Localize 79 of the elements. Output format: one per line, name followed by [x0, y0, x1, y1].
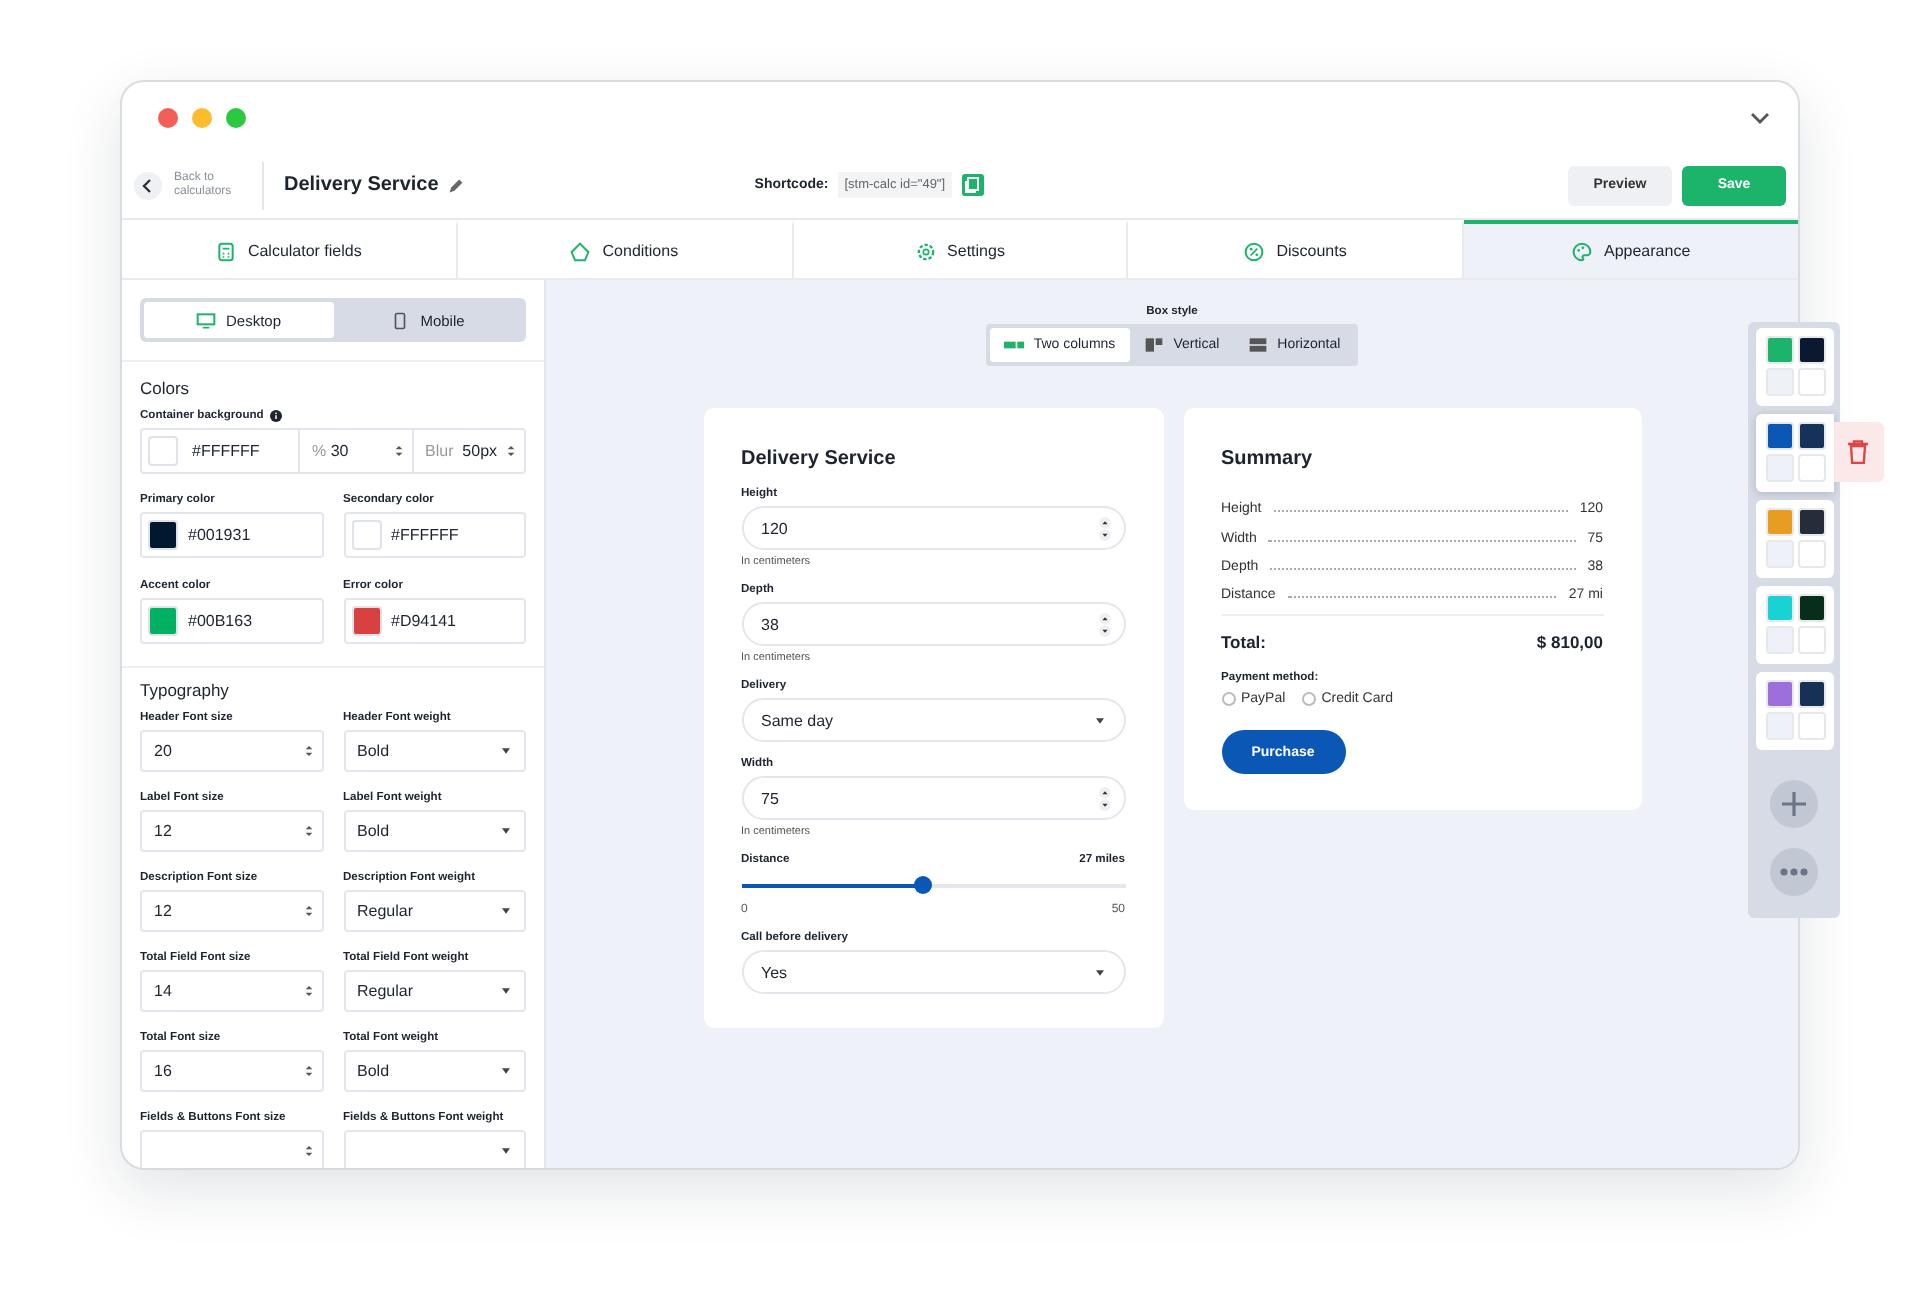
- color-swatch: [148, 436, 178, 466]
- horizontal-layout-icon: [1247, 338, 1268, 352]
- delete-button[interactable]: [1833, 422, 1883, 482]
- number-field[interactable]: 14: [140, 970, 323, 1012]
- palette-card[interactable]: [1755, 328, 1833, 406]
- copy-icon[interactable]: [961, 174, 984, 196]
- section-heading: Typography: [140, 680, 231, 700]
- total-label: Total:: [1221, 632, 1267, 653]
- tab[interactable]: Appearance: [1464, 220, 1798, 278]
- number-field[interactable]: 75: [741, 776, 1125, 820]
- settings-icon: [915, 241, 936, 261]
- slider-thumb[interactable]: [913, 876, 932, 894]
- select-field[interactable]: Same day: [741, 698, 1125, 742]
- caret-icon: [502, 1068, 510, 1074]
- caret-icon: [502, 828, 510, 834]
- palette-card[interactable]: [1755, 586, 1833, 664]
- pencil-icon[interactable]: [448, 177, 465, 193]
- palette-icon: [1572, 241, 1592, 261]
- stepper-icon[interactable]: [393, 442, 403, 460]
- stepper-icon[interactable]: [1097, 611, 1111, 637]
- percent-icon: [1244, 241, 1265, 261]
- stepper-icon[interactable]: [303, 1062, 313, 1080]
- info-icon[interactable]: [269, 410, 282, 422]
- color-field[interactable]: #FFFFFF: [343, 512, 526, 558]
- form-title: Delivery Service: [741, 448, 898, 470]
- caret-icon: [1095, 717, 1103, 723]
- number-field[interactable]: 120: [741, 506, 1125, 550]
- caret-icon: [502, 908, 510, 914]
- add-button[interactable]: [1770, 780, 1818, 828]
- select-field[interactable]: Regular: [343, 970, 526, 1012]
- number-field[interactable]: 38: [741, 602, 1125, 646]
- color-field[interactable]: #D94141: [343, 598, 526, 644]
- more-icon: [1780, 868, 1808, 876]
- stepper-icon[interactable]: [303, 982, 313, 1000]
- section-heading: Colors: [140, 378, 192, 398]
- plus-icon: [1782, 792, 1806, 816]
- color-field[interactable]: #00B163: [140, 598, 323, 644]
- number-field[interactable]: 20: [140, 730, 323, 772]
- caret-icon: [1095, 969, 1103, 975]
- palette-card[interactable]: [1755, 500, 1833, 578]
- tab[interactable]: Settings: [793, 220, 1129, 278]
- stepper-icon[interactable]: [506, 442, 516, 460]
- trash-icon: [1848, 440, 1868, 464]
- stepper-icon[interactable]: [303, 902, 313, 920]
- tab[interactable]: Conditions: [457, 220, 794, 278]
- container-background-field[interactable]: #FFFFFF % 30 Blur 50px: [140, 428, 526, 474]
- total-value: $ 810,00: [1536, 632, 1603, 653]
- select-field[interactable]: Regular: [343, 890, 526, 932]
- select-field[interactable]: Bold: [343, 730, 526, 772]
- color-field[interactable]: #001931: [140, 512, 323, 558]
- shapes-icon: [570, 241, 591, 261]
- number-field[interactable]: 12: [140, 810, 323, 852]
- more-button[interactable]: [1770, 848, 1818, 896]
- phone-icon: [390, 311, 411, 329]
- select-field[interactable]: Bold: [343, 810, 526, 852]
- number-field[interactable]: [140, 1130, 323, 1168]
- two-columns-icon: [1003, 338, 1024, 352]
- stepper-icon[interactable]: [303, 742, 313, 760]
- select-field[interactable]: Yes: [741, 950, 1125, 994]
- palette-card[interactable]: [1755, 672, 1833, 750]
- summary-title: Summary: [1221, 448, 1315, 470]
- number-field[interactable]: 12: [140, 890, 323, 932]
- stepper-icon[interactable]: [303, 822, 313, 840]
- caret-icon: [502, 988, 510, 994]
- select-field[interactable]: Bold: [343, 1050, 526, 1092]
- stepper-icon[interactable]: [303, 1142, 313, 1160]
- stepper-icon[interactable]: [1097, 785, 1111, 811]
- calculator-title: Delivery Service: [284, 174, 439, 196]
- select-field[interactable]: [343, 1130, 526, 1168]
- chevron-down-icon[interactable]: [1750, 111, 1770, 123]
- calculator-icon: [215, 241, 236, 261]
- number-field[interactable]: 16: [140, 1050, 323, 1092]
- caret-icon: [502, 1148, 510, 1154]
- stepper-icon[interactable]: [1097, 515, 1111, 541]
- vertical-layout-icon: [1143, 338, 1164, 352]
- tab[interactable]: Calculator fields: [122, 220, 458, 278]
- monitor-icon: [195, 311, 216, 329]
- close-button[interactable]: [158, 107, 178, 127]
- caret-icon: [502, 748, 510, 754]
